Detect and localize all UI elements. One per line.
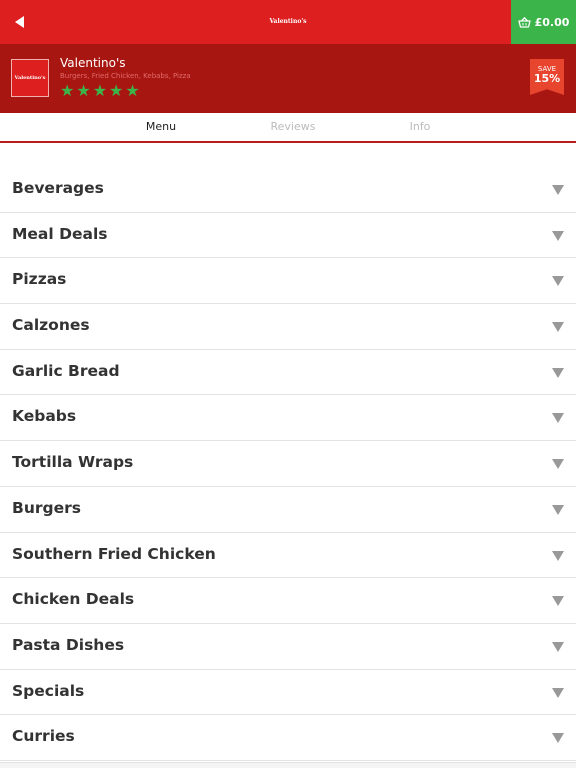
chevron-down-icon [552,276,564,287]
rating-stars: ★ ★ ★ ★ ★ [60,83,140,99]
chevron-down-icon [552,733,564,744]
category-label: Calzones [12,316,90,335]
cart-total: £0.00 [534,15,570,29]
star-icon: ★ [125,81,140,100]
category-row-southern-fried-chicken[interactable]: Southern Fried Chicken [0,533,576,579]
category-row-pizzas[interactable]: Pizzas [0,258,576,305]
star-icon: ★ [109,81,124,100]
chevron-down-icon [552,687,564,698]
page-title: Valentino's [269,18,307,25]
category-row-pasta-dishes[interactable]: Pasta Dishes [0,624,576,670]
category-row-beverages[interactable]: Beverages [0,167,576,213]
restaurant-header: Valentino's Valentino's Burgers, Fried C… [0,44,576,113]
restaurant-cuisine: Burgers, Fried Chicken, Kebabs, Pizza [60,72,191,80]
basket-icon [517,16,531,28]
category-row-specials[interactable]: Specials [0,670,576,716]
tab-info[interactable]: Info [410,120,431,133]
category-row-kebabs[interactable]: Kebabs [0,395,576,442]
chevron-down-icon [552,367,564,378]
top-bar: Valentino's £0.00 [0,0,576,44]
menu-category-list: Beverages Meal Deals Pizzas Calzones Gar… [0,167,576,761]
category-row-garlic-bread[interactable]: Garlic Bread [0,350,576,396]
category-label: Chicken Deals [12,590,135,609]
category-row-curries[interactable]: Curries [0,715,576,761]
chevron-down-icon [552,596,564,607]
category-label: Specials [12,681,85,700]
category-row-calzones[interactable]: Calzones [0,304,576,350]
logo-text: Valentino's [14,75,46,81]
tab-menu[interactable]: Menu [146,120,176,133]
restaurant-logo: Valentino's [11,59,49,97]
category-label: Pasta Dishes [12,635,125,654]
chevron-down-icon [552,230,564,241]
category-row-burgers[interactable]: Burgers [0,487,576,533]
restaurant-name: Valentino's [60,56,126,70]
chevron-down-icon [552,322,564,333]
chevron-down-icon [552,459,564,470]
chevron-down-icon [552,413,564,424]
list-bottom-divider [0,762,576,768]
star-icon: ★ [92,81,108,100]
chevron-down-icon [552,504,564,515]
category-label: Beverages [12,179,104,197]
category-row-tortilla-wraps[interactable]: Tortilla Wraps [0,441,576,487]
tab-reviews[interactable]: Reviews [271,120,316,133]
category-label: Garlic Bread [12,361,120,380]
tab-bar: Menu Reviews Info [0,113,576,143]
chevron-down-icon [552,641,564,652]
category-label: Tortilla Wraps [12,453,134,472]
category-label: Burgers [12,498,81,517]
category-label: Meal Deals [12,224,108,243]
star-icon: ★ [60,81,75,100]
star-icon: ★ [76,81,91,100]
category-label: Curries [12,727,75,746]
category-label: Southern Fried Chicken [12,544,216,563]
save-badge: SAVE 15% [530,59,564,95]
chevron-down-icon [552,550,564,561]
category-label: Pizzas [12,270,67,289]
category-label: Kebabs [12,407,77,426]
chevron-down-icon [552,185,564,195]
save-percent: 15% [533,72,561,85]
cart-button[interactable]: £0.00 [511,0,576,44]
category-row-meal-deals[interactable]: Meal Deals [0,213,576,259]
category-row-chicken-deals[interactable]: Chicken Deals [0,578,576,624]
